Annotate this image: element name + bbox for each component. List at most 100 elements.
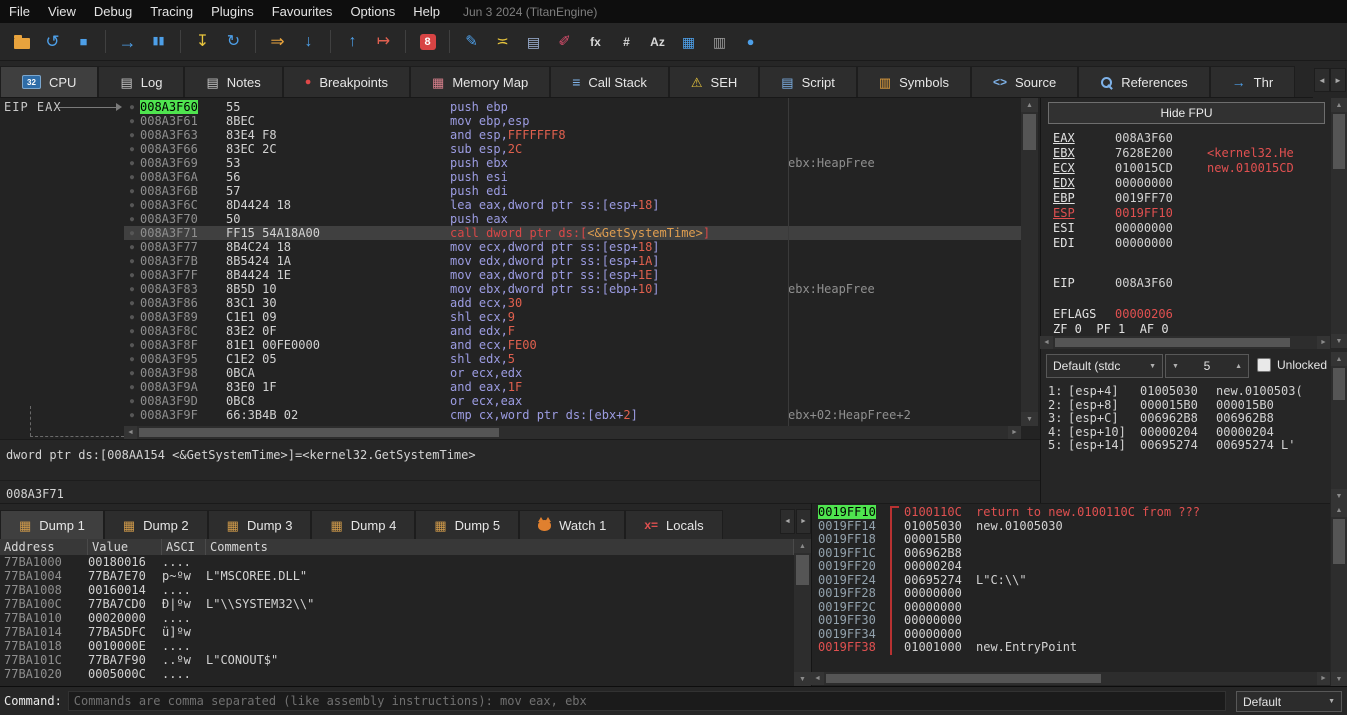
- breakpoint-dot[interactable]: ●: [124, 156, 140, 170]
- breakpoint-dot[interactable]: ●: [124, 254, 140, 268]
- tab-notes[interactable]: ▤Notes: [184, 66, 282, 97]
- scroll-thumb[interactable]: [1055, 338, 1290, 347]
- tab-call-stack[interactable]: ≡Call Stack: [550, 66, 669, 97]
- scroll-right-button[interactable]: ►: [1317, 336, 1330, 349]
- breakpoint-dot[interactable]: ●: [124, 310, 140, 324]
- calling-convention-select[interactable]: Default (stdc ▼: [1046, 354, 1163, 378]
- scroll-down-button[interactable]: ▼: [1021, 412, 1038, 426]
- breakpoint-dot[interactable]: ●: [124, 184, 140, 198]
- scroll-down-button[interactable]: ▼: [1331, 489, 1347, 503]
- scroll-left-button[interactable]: ◄: [811, 672, 824, 685]
- disasm-row[interactable]: ●008A3F8683C1 30add ecx,30: [124, 296, 1021, 310]
- register-row-eax[interactable]: EAX008A3F60: [1053, 131, 1329, 146]
- stack-row[interactable]: 0019FF2800000000: [818, 587, 1328, 601]
- command-input[interactable]: [68, 691, 1226, 711]
- dump-row[interactable]: 77BA100C77BA7CD0Đ|ºwL"\\SYSTEM32\\": [0, 597, 794, 611]
- disasm-row[interactable]: ●008A3F7050push eax: [124, 212, 1021, 226]
- breakpoint-dot[interactable]: ●: [124, 100, 140, 114]
- dump-header-asci[interactable]: ASCI: [162, 539, 206, 555]
- scroll-thumb[interactable]: [1333, 519, 1345, 564]
- label-button[interactable]: #: [611, 28, 642, 55]
- breakpoint-dot[interactable]: ●: [124, 282, 140, 296]
- disasm-row[interactable]: ●008A3F6683EC 2Csub esp,2C: [124, 142, 1021, 156]
- command-profile-select[interactable]: Default ▼: [1236, 691, 1342, 712]
- disasm-row[interactable]: ●008A3F7F8B4424 1Emov eax,dword ptr ss:[…: [124, 268, 1021, 282]
- memory-layout-button[interactable]: ▥: [704, 28, 735, 55]
- dump-row[interactable]: 77BA101000020000....: [0, 611, 794, 625]
- breakpoint-dot[interactable]: ●: [124, 170, 140, 184]
- caret-down-icon[interactable]: ▼: [1172, 363, 1179, 370]
- dump-tab-scroll-right[interactable]: ►: [796, 509, 811, 534]
- disasm-vscrollbar[interactable]: ▲ ▼: [1021, 98, 1038, 426]
- strings-button[interactable]: Az: [642, 28, 673, 55]
- dump-header-comments[interactable]: Comments: [206, 539, 794, 555]
- stack-panel[interactable]: 0019FF100100110Creturn to new.0100110C f…: [811, 503, 1330, 686]
- run-to-cursor-button[interactable]: ↦: [368, 28, 399, 55]
- tab-thr[interactable]: →Thr: [1210, 66, 1296, 97]
- scroll-down-button[interactable]: ▼: [1331, 334, 1347, 348]
- breakpoint-dot[interactable]: ●: [124, 324, 140, 338]
- tab-dump-2[interactable]: ▦Dump 2: [104, 510, 208, 539]
- stack-row[interactable]: 0019FF2C00000000: [818, 601, 1328, 615]
- stack-row[interactable]: 0019FF2400695274L"C:\\": [818, 574, 1328, 588]
- patch-button[interactable]: ≍: [487, 28, 518, 55]
- scroll-up-button[interactable]: ▲: [1021, 98, 1038, 112]
- run-button[interactable]: →: [112, 28, 143, 55]
- scroll-thumb[interactable]: [139, 428, 499, 437]
- breakpoint-dot[interactable]: ●: [124, 366, 140, 380]
- disasm-row[interactable]: ●008A3F6A56push esi: [124, 170, 1021, 184]
- menu-file[interactable]: File: [0, 0, 39, 23]
- registers-hscrollbar[interactable]: ◄ ►: [1040, 336, 1330, 349]
- disasm-row[interactable]: ●008A3F6055push ebp: [124, 100, 1021, 114]
- dump-table[interactable]: 77BA100000180016....77BA100477BA7E70p~ºw…: [0, 555, 794, 686]
- dump-row[interactable]: 77BA101477BA5DFCü]ºw: [0, 625, 794, 639]
- caret-up-icon[interactable]: ▲: [1235, 363, 1242, 370]
- trace-button[interactable]: 8: [412, 28, 443, 55]
- scroll-up-button[interactable]: ▲: [794, 539, 811, 553]
- scroll-left-button[interactable]: ◄: [1040, 336, 1053, 349]
- stack-vscrollbar[interactable]: ▲ ▼: [1331, 503, 1347, 686]
- disasm-row[interactable]: ●008A3F778B4C24 18mov ecx,dword ptr ss:[…: [124, 240, 1021, 254]
- hide-fpu-button[interactable]: Hide FPU: [1048, 102, 1325, 124]
- scroll-left-button[interactable]: ◄: [124, 426, 137, 439]
- scroll-thumb[interactable]: [1333, 114, 1345, 169]
- tab-dump-4[interactable]: ▦Dump 4: [311, 510, 415, 539]
- disasm-row[interactable]: ●008A3F8F81E1 00FE0000and ecx,FE00: [124, 338, 1021, 352]
- close-button[interactable]: ■: [68, 28, 99, 55]
- scroll-right-button[interactable]: ►: [1317, 672, 1330, 685]
- argument-count-spinner[interactable]: ▼ 5 ▲: [1165, 354, 1249, 378]
- structs-button[interactable]: ▦: [673, 28, 704, 55]
- disasm-row[interactable]: ●008A3F980BCAor ecx,edx: [124, 366, 1021, 380]
- pause-button[interactable]: ▮▮: [143, 28, 174, 55]
- scroll-up-button[interactable]: ▲: [1331, 352, 1347, 366]
- scroll-thumb[interactable]: [1333, 368, 1345, 400]
- stack-row[interactable]: 0019FF3801001000new.EntryPoint: [818, 641, 1328, 655]
- disasm-row[interactable]: ●008A3F618BECmov ebp,esp: [124, 114, 1021, 128]
- menu-favourites[interactable]: Favourites: [263, 0, 342, 23]
- tab-watch-1[interactable]: Watch 1: [519, 510, 625, 539]
- argument-row[interactable]: 2:[esp+8]000015B0000015B0: [1048, 399, 1329, 413]
- stack-hscrollbar[interactable]: ◄ ►: [811, 672, 1330, 685]
- stack-row[interactable]: 0019FF18000015B0: [818, 533, 1328, 547]
- flags-row[interactable]: ZF 0 PF 1 AF 0: [1053, 322, 1329, 337]
- disasm-row[interactable]: ●008A3F7B8B5424 1Amov edx,dword ptr ss:[…: [124, 254, 1021, 268]
- disasm-row[interactable]: ●008A3F95C1E2 05shl edx,5: [124, 352, 1021, 366]
- breakpoint-dot[interactable]: ●: [124, 408, 140, 422]
- stack-row[interactable]: 0019FF3000000000: [818, 614, 1328, 628]
- disasm-row[interactable]: ●008A3F6C8D4424 18lea eax,dword ptr ss:[…: [124, 198, 1021, 212]
- menu-options[interactable]: Options: [341, 0, 404, 23]
- register-row-edi[interactable]: EDI00000000: [1053, 236, 1329, 251]
- dump-row[interactable]: 77BA100477BA7E70p~ºwL"MSCOREE.DLL": [0, 569, 794, 583]
- highlight-button[interactable]: ✐: [549, 28, 580, 55]
- open-file-button[interactable]: [6, 28, 37, 55]
- tab-memory-map[interactable]: ▦Memory Map: [410, 66, 550, 97]
- tab-seh[interactable]: ⚠SEH: [669, 66, 759, 97]
- scroll-thumb[interactable]: [1023, 114, 1036, 150]
- step-over-button[interactable]: ↻: [218, 28, 249, 55]
- register-row-esi[interactable]: ESI00000000: [1053, 221, 1329, 236]
- disasm-row[interactable]: ●008A3F9D0BC8or ecx,eax: [124, 394, 1021, 408]
- dump-row[interactable]: 77BA101C77BA7F90..ºwL"CONOUT$": [0, 653, 794, 667]
- tab-breakpoints[interactable]: ●Breakpoints: [283, 66, 410, 97]
- breakpoint-dot[interactable]: ●: [124, 212, 140, 226]
- stack-row[interactable]: 0019FF1C006962B8: [818, 547, 1328, 561]
